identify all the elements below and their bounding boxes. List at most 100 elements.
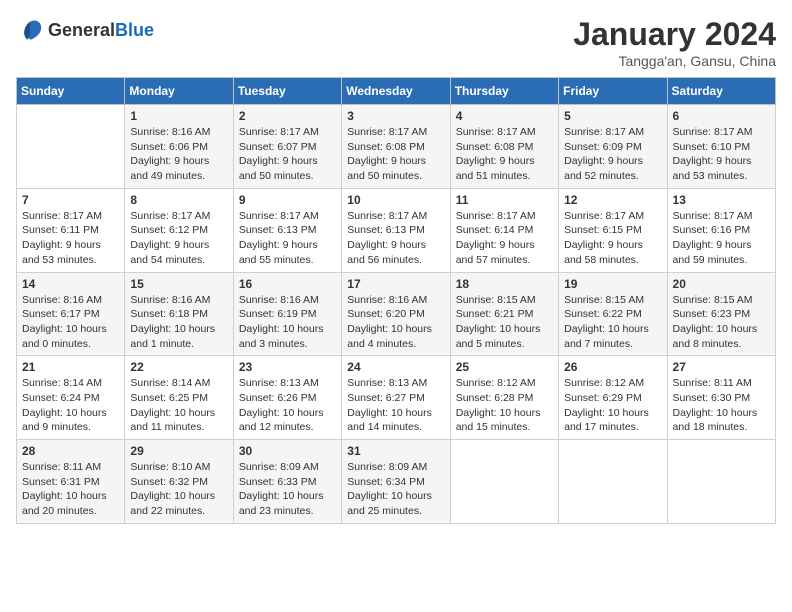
calendar-week-row: 14Sunrise: 8:16 AMSunset: 6:17 PMDayligh… xyxy=(17,272,776,356)
day-number: 21 xyxy=(22,360,119,374)
calendar-cell xyxy=(667,440,775,524)
day-info: Sunrise: 8:09 AMSunset: 6:34 PMDaylight:… xyxy=(347,460,444,519)
day-info: Sunrise: 8:13 AMSunset: 6:27 PMDaylight:… xyxy=(347,376,444,435)
day-number: 10 xyxy=(347,193,444,207)
day-of-week-monday: Monday xyxy=(125,78,233,105)
day-info: Sunrise: 8:17 AMSunset: 6:12 PMDaylight:… xyxy=(130,209,227,268)
day-number: 4 xyxy=(456,109,553,123)
calendar-cell: 17 Sunrise: 8:16 AMSunset: 6:20 PMDayligh… xyxy=(342,272,450,356)
calendar-cell: 21 Sunrise: 8:14 AMSunset: 6:24 PMDayligh… xyxy=(17,356,125,440)
day-number: 16 xyxy=(239,277,336,291)
day-info: Sunrise: 8:17 AMSunset: 6:13 PMDaylight:… xyxy=(347,209,444,268)
day-info: Sunrise: 8:17 AMSunset: 6:08 PMDaylight:… xyxy=(347,125,444,184)
calendar-header-row: SundayMondayTuesdayWednesdayThursdayFrid… xyxy=(17,78,776,105)
day-info: Sunrise: 8:12 AMSunset: 6:28 PMDaylight:… xyxy=(456,376,553,435)
calendar-cell: 7Sunrise: 8:17 AMSunset: 6:11 PMDaylight… xyxy=(17,188,125,272)
day-number: 29 xyxy=(130,444,227,458)
day-number: 26 xyxy=(564,360,661,374)
day-info: Sunrise: 8:16 AMSunset: 6:06 PMDaylight:… xyxy=(130,125,227,184)
day-number: 13 xyxy=(673,193,770,207)
day-number: 27 xyxy=(673,360,770,374)
day-info: Sunrise: 8:16 AMSunset: 6:17 PMDaylight:… xyxy=(22,293,119,352)
day-number: 12 xyxy=(564,193,661,207)
calendar-cell: 12 Sunrise: 8:17 AMSunset: 6:15 PMDayligh… xyxy=(559,188,667,272)
calendar-cell: 16 Sunrise: 8:16 AMSunset: 6:19 PMDayligh… xyxy=(233,272,341,356)
day-number: 5 xyxy=(564,109,661,123)
calendar-cell: 1 Sunrise: 8:16 AMSunset: 6:06 PMDaylight… xyxy=(125,105,233,189)
day-info: Sunrise: 8:17 AMSunset: 6:09 PMDaylight:… xyxy=(564,125,661,184)
day-number: 2 xyxy=(239,109,336,123)
day-info: Sunrise: 8:17 AMSunset: 6:14 PMDaylight:… xyxy=(456,209,553,268)
day-number: 24 xyxy=(347,360,444,374)
day-number: 8 xyxy=(130,193,227,207)
day-of-week-sunday: Sunday xyxy=(17,78,125,105)
day-info: Sunrise: 8:14 AMSunset: 6:24 PMDaylight:… xyxy=(22,376,119,435)
day-info: Sunrise: 8:11 AMSunset: 6:30 PMDaylight:… xyxy=(673,376,770,435)
day-number: 9 xyxy=(239,193,336,207)
day-info: Sunrise: 8:17 AMSunset: 6:08 PMDaylight:… xyxy=(456,125,553,184)
page-header: GeneralBlue January 2024 Tangga'an, Gans… xyxy=(16,16,776,69)
day-info: Sunrise: 8:17 AMSunset: 6:15 PMDaylight:… xyxy=(564,209,661,268)
calendar-cell: 14Sunrise: 8:16 AMSunset: 6:17 PMDayligh… xyxy=(17,272,125,356)
calendar-week-row: 7Sunrise: 8:17 AMSunset: 6:11 PMDaylight… xyxy=(17,188,776,272)
day-info: Sunrise: 8:14 AMSunset: 6:25 PMDaylight:… xyxy=(130,376,227,435)
day-info: Sunrise: 8:11 AMSunset: 6:31 PMDaylight:… xyxy=(22,460,119,519)
day-info: Sunrise: 8:17 AMSunset: 6:07 PMDaylight:… xyxy=(239,125,336,184)
day-number: 11 xyxy=(456,193,553,207)
day-of-week-wednesday: Wednesday xyxy=(342,78,450,105)
day-number: 28 xyxy=(22,444,119,458)
calendar-cell: 4 Sunrise: 8:17 AMSunset: 6:08 PMDaylight… xyxy=(450,105,558,189)
calendar-cell: 6Sunrise: 8:17 AMSunset: 6:10 PMDaylight… xyxy=(667,105,775,189)
calendar-week-row: 1 Sunrise: 8:16 AMSunset: 6:06 PMDaylight… xyxy=(17,105,776,189)
calendar-cell xyxy=(559,440,667,524)
day-info: Sunrise: 8:09 AMSunset: 6:33 PMDaylight:… xyxy=(239,460,336,519)
day-of-week-saturday: Saturday xyxy=(667,78,775,105)
day-info: Sunrise: 8:16 AMSunset: 6:20 PMDaylight:… xyxy=(347,293,444,352)
calendar-cell xyxy=(450,440,558,524)
calendar-cell: 25 Sunrise: 8:12 AMSunset: 6:28 PMDayligh… xyxy=(450,356,558,440)
title-block: January 2024 Tangga'an, Gansu, China xyxy=(573,16,776,69)
day-info: Sunrise: 8:13 AMSunset: 6:26 PMDaylight:… xyxy=(239,376,336,435)
calendar-table: SundayMondayTuesdayWednesdayThursdayFrid… xyxy=(16,77,776,524)
day-number: 25 xyxy=(456,360,553,374)
day-number: 1 xyxy=(130,109,227,123)
calendar-cell: 29 Sunrise: 8:10 AMSunset: 6:32 PMDayligh… xyxy=(125,440,233,524)
day-number: 30 xyxy=(239,444,336,458)
calendar-week-row: 21 Sunrise: 8:14 AMSunset: 6:24 PMDayligh… xyxy=(17,356,776,440)
day-info: Sunrise: 8:15 AMSunset: 6:23 PMDaylight:… xyxy=(673,293,770,352)
calendar-cell: 22 Sunrise: 8:14 AMSunset: 6:25 PMDayligh… xyxy=(125,356,233,440)
month-title: January 2024 xyxy=(573,16,776,53)
location-title: Tangga'an, Gansu, China xyxy=(573,53,776,69)
calendar-cell: 10 Sunrise: 8:17 AMSunset: 6:13 PMDayligh… xyxy=(342,188,450,272)
day-number: 3 xyxy=(347,109,444,123)
day-number: 20 xyxy=(673,277,770,291)
day-of-week-thursday: Thursday xyxy=(450,78,558,105)
calendar-cell: 13Sunrise: 8:17 AMSunset: 6:16 PMDayligh… xyxy=(667,188,775,272)
day-number: 15 xyxy=(130,277,227,291)
calendar-cell: 15Sunrise: 8:16 AMSunset: 6:18 PMDayligh… xyxy=(125,272,233,356)
calendar-cell: 20 Sunrise: 8:15 AMSunset: 6:23 PMDayligh… xyxy=(667,272,775,356)
day-number: 17 xyxy=(347,277,444,291)
logo-text-general: General xyxy=(48,20,115,40)
calendar-cell: 31Sunrise: 8:09 AMSunset: 6:34 PMDayligh… xyxy=(342,440,450,524)
calendar-cell: 27 Sunrise: 8:11 AMSunset: 6:30 PMDayligh… xyxy=(667,356,775,440)
day-number: 23 xyxy=(239,360,336,374)
day-info: Sunrise: 8:10 AMSunset: 6:32 PMDaylight:… xyxy=(130,460,227,519)
day-info: Sunrise: 8:17 AMSunset: 6:10 PMDaylight:… xyxy=(673,125,770,184)
calendar-week-row: 28 Sunrise: 8:11 AMSunset: 6:31 PMDayligh… xyxy=(17,440,776,524)
day-info: Sunrise: 8:12 AMSunset: 6:29 PMDaylight:… xyxy=(564,376,661,435)
day-info: Sunrise: 8:16 AMSunset: 6:19 PMDaylight:… xyxy=(239,293,336,352)
day-number: 22 xyxy=(130,360,227,374)
day-info: Sunrise: 8:15 AMSunset: 6:22 PMDaylight:… xyxy=(564,293,661,352)
logo: GeneralBlue xyxy=(16,16,154,44)
calendar-cell: 5 Sunrise: 8:17 AMSunset: 6:09 PMDaylight… xyxy=(559,105,667,189)
calendar-cell xyxy=(17,105,125,189)
day-info: Sunrise: 8:15 AMSunset: 6:21 PMDaylight:… xyxy=(456,293,553,352)
calendar-cell: 23 Sunrise: 8:13 AMSunset: 6:26 PMDayligh… xyxy=(233,356,341,440)
day-number: 19 xyxy=(564,277,661,291)
logo-icon xyxy=(16,16,44,44)
calendar-cell: 3 Sunrise: 8:17 AMSunset: 6:08 PMDaylight… xyxy=(342,105,450,189)
calendar-cell: 2 Sunrise: 8:17 AMSunset: 6:07 PMDaylight… xyxy=(233,105,341,189)
calendar-cell: 26 Sunrise: 8:12 AMSunset: 6:29 PMDayligh… xyxy=(559,356,667,440)
calendar-cell: 28 Sunrise: 8:11 AMSunset: 6:31 PMDayligh… xyxy=(17,440,125,524)
